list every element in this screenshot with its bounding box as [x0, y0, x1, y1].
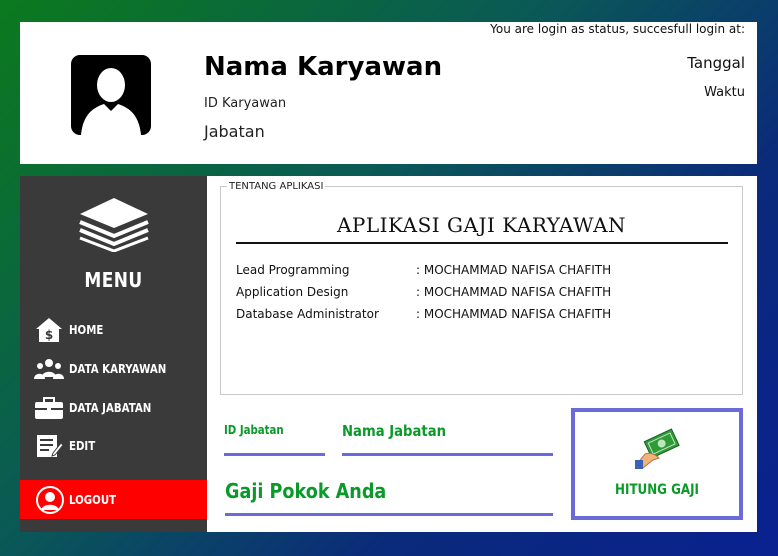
- credit-row: Application Design : MOCHAMMAD NAFISA CHA…: [236, 285, 611, 299]
- login-status-text: You are login as status, succesfull logi…: [490, 22, 745, 36]
- app-title: APLIKASI GAJI KARYAWAN: [336, 213, 627, 237]
- credit-row: Lead Programming : MOCHAMMAD NAFISA CHAFI…: [236, 263, 611, 277]
- nav-data-jabatan-label: DATA JABATAN: [69, 401, 152, 415]
- people-group-icon: [34, 355, 64, 383]
- credit-row: Database Administrator : MOCHAMMAD NAFISA…: [236, 307, 611, 321]
- briefcase-icon: [34, 394, 64, 422]
- employee-id: ID Karyawan: [204, 96, 287, 111]
- main-panel: TENTANG APLIKASI APLIKASI GAJI KARYAWAN …: [207, 176, 757, 532]
- logout-button[interactable]: LOGOUT: [20, 480, 207, 519]
- user-icon: [36, 485, 64, 514]
- credit-name: : MOCHAMMAD NAFISA CHAFITH: [416, 263, 612, 277]
- login-time: Waktu: [704, 85, 745, 100]
- nav-data-karyawan[interactable]: DATA KARYAWAN: [34, 354, 184, 384]
- hitung-gaji-label: HITUNG GAJI: [615, 482, 699, 498]
- svg-text:$: $: [45, 328, 53, 342]
- about-legend: TENTANG APLIKASI: [227, 181, 326, 192]
- header-panel: Nama Karyawan ID Karyawan Jabatan You ar…: [20, 22, 757, 164]
- nama-jabatan-label: Nama Jabatan: [342, 422, 447, 440]
- credit-name: : MOCHAMMAD NAFISA CHAFITH: [416, 307, 612, 321]
- gaji-pokok-label: Gaji Pokok Anda: [225, 479, 387, 503]
- logout-label: LOGOUT: [69, 492, 117, 507]
- menu-title: MENU: [84, 268, 143, 292]
- sidebar: MENU $ HOME DATA KARYAWAN DATA JABATAN E…: [20, 176, 207, 532]
- house-dollar-icon: $: [34, 316, 64, 344]
- id-jabatan-field[interactable]: [224, 453, 325, 456]
- nav-data-jabatan[interactable]: DATA JABATAN: [34, 393, 166, 423]
- credit-role: Lead Programming: [236, 263, 350, 277]
- nav-edit-label: EDIT: [69, 439, 96, 453]
- menu-stack-icon: [79, 198, 149, 252]
- employee-name: Nama Karyawan: [204, 52, 443, 82]
- gaji-pokok-field[interactable]: [225, 513, 553, 516]
- employee-position: Jabatan: [204, 122, 265, 141]
- avatar: [71, 55, 151, 135]
- credit-name: : MOCHAMMAD NAFISA CHAFITH: [416, 285, 612, 299]
- credit-role: Application Design: [236, 285, 349, 299]
- hitung-gaji-button[interactable]: HITUNG GAJI: [571, 408, 743, 520]
- login-date: Tanggal: [687, 54, 745, 72]
- nav-edit[interactable]: EDIT: [34, 431, 100, 461]
- nav-home-label: HOME: [69, 323, 104, 337]
- title-divider: [236, 242, 728, 244]
- user-silhouette-icon: [81, 68, 141, 135]
- nama-jabatan-field[interactable]: [342, 453, 553, 456]
- nav-home[interactable]: $ HOME: [34, 315, 109, 345]
- credit-role: Database Administrator: [236, 307, 379, 321]
- id-jabatan-label: ID Jabatan: [224, 423, 284, 437]
- money-hand-icon: [635, 428, 680, 469]
- nav-data-karyawan-label: DATA KARYAWAN: [69, 362, 167, 376]
- edit-document-icon: [34, 432, 64, 460]
- about-section: TENTANG APLIKASI APLIKASI GAJI KARYAWAN …: [220, 181, 743, 395]
